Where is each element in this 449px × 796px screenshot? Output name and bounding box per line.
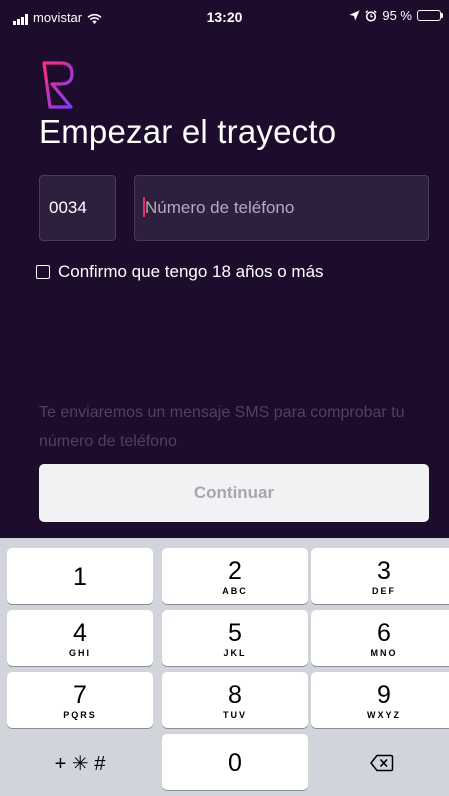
key-digit: 7: [73, 681, 87, 709]
key-3[interactable]: 3 DEF: [311, 548, 449, 604]
key-4[interactable]: 4 GHI: [7, 610, 153, 666]
page-title: Empezar el trayecto: [39, 113, 337, 150]
key-digit: 2: [228, 557, 242, 585]
age-checkbox[interactable]: [36, 265, 50, 279]
key-digit: 4: [73, 619, 87, 647]
delete-backspace-icon: [370, 754, 394, 772]
status-bar: movistar 13:20 95 %: [0, 0, 449, 34]
numeric-keyboard: 1 2 ABC 3 DEF 4 GHI 5 JKL 6 MNO 7 PQRS 8…: [0, 538, 449, 796]
symbols-label: + ✳ #: [54, 753, 106, 775]
key-8[interactable]: 8 TUV: [162, 672, 308, 728]
key-letters: TUV: [223, 710, 247, 720]
key-digit: 9: [377, 681, 391, 709]
key-letters: PQRS: [63, 710, 97, 720]
phone-number-input[interactable]: Número de teléfono: [134, 175, 429, 241]
r-logo-icon: [42, 61, 74, 109]
age-confirmation-label: Confirmo que tengo 18 años o más: [58, 262, 324, 281]
phone-placeholder: Número de teléfono: [145, 198, 295, 217]
key-letters: MNO: [370, 648, 398, 658]
app-screen: movistar 13:20 95 % Empezar el trayecto …: [0, 0, 449, 796]
key-6[interactable]: 6 MNO: [311, 610, 449, 666]
continue-button[interactable]: Continuar: [39, 464, 429, 522]
delete-key[interactable]: [311, 734, 449, 790]
battery-percent: 95 %: [382, 8, 412, 23]
key-digit: 1: [73, 563, 87, 591]
sign-in-screen: movistar 13:20 95 % Empezar el trayecto …: [0, 0, 449, 538]
symbols-key[interactable]: + ✳ #: [7, 734, 153, 790]
key-digit: 0: [228, 749, 242, 777]
key-digit: 3: [377, 557, 391, 585]
key-1[interactable]: 1: [7, 548, 153, 604]
alarm-clock-icon: [365, 9, 378, 22]
text-cursor: [143, 196, 145, 217]
key-2[interactable]: 2 ABC: [162, 548, 308, 604]
location-arrow-icon: [349, 10, 360, 21]
key-0[interactable]: 0: [162, 734, 308, 790]
key-letters: GHI: [68, 648, 91, 658]
key-9[interactable]: 9 WXYZ: [311, 672, 449, 728]
battery-icon: [417, 9, 445, 22]
key-digit: 8: [228, 681, 242, 709]
key-digit: 5: [228, 619, 242, 647]
key-7[interactable]: 7 PQRS: [7, 672, 153, 728]
status-right: 95 %: [349, 8, 445, 23]
country-code-field[interactable]: 0034: [39, 175, 116, 241]
key-letters: ABC: [222, 586, 248, 596]
key-letters: DEF: [372, 586, 396, 596]
key-5[interactable]: 5 JKL: [162, 610, 308, 666]
key-letters: JKL: [223, 648, 247, 658]
key-digit: 6: [377, 619, 391, 647]
key-letters: WXYZ: [367, 710, 401, 720]
sms-info-text: Te enviaremos un mensaje SMS para compro…: [39, 404, 405, 450]
age-confirmation-row[interactable]: Confirmo que tengo 18 años o más: [36, 262, 324, 282]
